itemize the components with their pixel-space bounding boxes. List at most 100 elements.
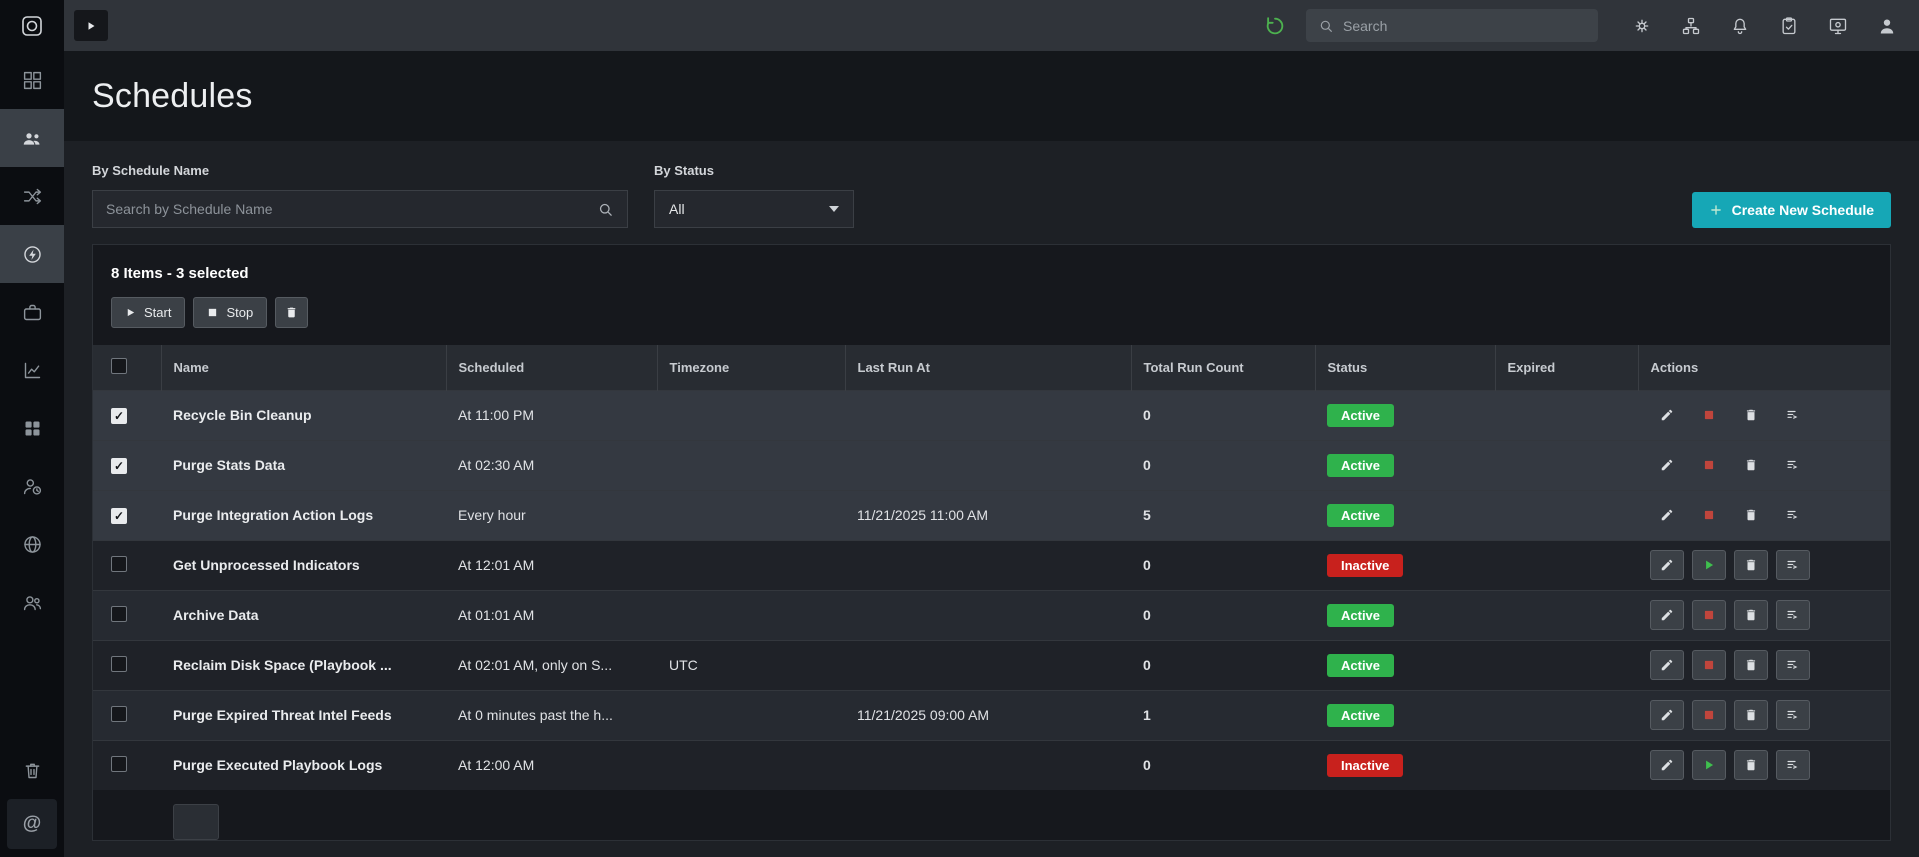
sidebar-item-approvals[interactable] [0,457,64,515]
table-row[interactable]: Reclaim Disk Space (Playbook ... At 02:01… [93,639,1890,690]
view-logs-button[interactable] [1776,400,1810,430]
sidebar-item-collaboration[interactable] [0,573,64,631]
sidebar-item-apps[interactable] [0,399,64,457]
sidebar-item-queues[interactable] [0,109,64,167]
settings-gear-icon [1635,19,1649,32]
delete-schedule-button[interactable] [1734,600,1768,630]
view-logs-button[interactable] [1776,750,1810,781]
col-header-total-run-count[interactable]: Total Run Count [1130,345,1315,390]
row-select-checkbox[interactable]: ✓ [111,457,127,474]
start-button[interactable]: Start [111,297,186,328]
stop-schedule-button[interactable] [1692,400,1726,430]
last-run-at: 11/21/2025 09:00 AM [845,689,1131,740]
sidebar-toggle-button[interactable] [74,10,108,41]
total-run-count: 5 [1131,489,1315,540]
settings-button[interactable] [1632,16,1652,36]
sidebar-item-reports[interactable] [0,341,64,399]
stop-button[interactable]: Stop [193,297,268,328]
notifications-button[interactable] [1730,16,1750,36]
table-row[interactable]: Get Unprocessed Indicators At 12:01 AM 0 In… [93,539,1890,590]
stop-schedule-button[interactable] [1692,700,1726,730]
delete-schedule-button[interactable] [1734,450,1768,480]
stop-schedule-button[interactable] [1692,650,1726,680]
edit-schedule-button[interactable] [1650,450,1684,480]
user-profile-button[interactable] [1877,16,1897,36]
delete-schedule-button[interactable] [1734,500,1768,530]
expired-value [1495,639,1638,690]
status-filter-select[interactable]: All [654,190,854,228]
row-select-checkbox[interactable] [111,555,127,572]
expired-value [1495,489,1638,540]
row-select-checkbox[interactable] [111,605,127,622]
schedule-time: At 02:01 AM, only on S... [446,639,657,690]
sidebar-item-automation[interactable] [0,225,64,283]
table-row[interactable]: ✓ Recycle Bin Cleanup At 11:00 PM 0 Active [93,389,1890,440]
table-row[interactable]: Archive Data At 01:01 AM 0 Active [93,589,1890,640]
total-run-count: 0 [1131,639,1315,690]
mentions-icon: @ [22,813,42,834]
view-logs-button[interactable] [1776,500,1810,530]
table-row[interactable]: Purge Executed Playbook Logs At 12:00 AM 0… [93,739,1890,790]
edit-schedule-button[interactable] [1650,500,1684,530]
schedule-name-search-input[interactable] [106,201,597,217]
sidebar-item-dashboard[interactable] [0,51,64,109]
start-schedule-button[interactable] [1692,550,1726,580]
edit-schedule-button[interactable] [1650,550,1684,580]
delete-schedule-button[interactable] [1734,700,1768,730]
delete-schedule-button[interactable] [1734,750,1768,781]
schedule-name-search[interactable] [92,190,628,228]
table-row[interactable]: ✓ Purge Integration Action Logs Every hour… [93,489,1890,540]
last-run-at [845,639,1131,690]
row-select-checkbox[interactable]: ✓ [111,507,127,524]
tasks-button[interactable] [1779,16,1799,36]
sidebar-item-threat-intel[interactable] [0,515,64,573]
edit-schedule-button[interactable] [1650,750,1684,781]
view-logs-button[interactable] [1776,550,1810,580]
view-logs-button[interactable] [1776,450,1810,480]
integrations-button[interactable] [1681,16,1701,36]
row-select-checkbox[interactable]: ✓ [111,407,127,424]
col-header-status[interactable]: Status [1314,345,1495,390]
col-header-last-run-at[interactable]: Last Run At [844,345,1131,390]
global-search-input[interactable] [1343,17,1586,34]
edit-schedule-button[interactable] [1650,400,1684,430]
sidebar-item-mentions[interactable]: @ [7,799,57,849]
row-select-checkbox[interactable] [111,755,127,772]
row-select-checkbox[interactable] [111,655,127,672]
table-row[interactable]: ✓ Purge Stats Data At 02:30 AM 0 Active [93,439,1890,490]
sidebar-item-recycle-bin[interactable] [0,741,64,799]
create-new-schedule-button[interactable]: Create New Schedule [1691,192,1891,228]
health-status-indicator[interactable] [1264,15,1286,37]
bulk-delete-button[interactable] [275,297,309,328]
schedule-name: Purge Stats Data [161,439,446,490]
sidebar-item-workflows[interactable] [0,167,64,225]
table-row[interactable]: Purge Expired Threat Intel Feeds At 0 min… [93,689,1890,740]
system-monitor-button[interactable] [1828,16,1848,36]
pagination-page-size-select[interactable] [173,804,219,840]
view-logs-button[interactable] [1776,650,1810,680]
select-all-checkbox[interactable] [111,357,127,374]
stop-schedule-button[interactable] [1692,600,1726,630]
delete-schedule-button[interactable] [1734,650,1768,680]
col-header-scheduled[interactable]: Scheduled [445,345,657,390]
edit-schedule-button[interactable] [1650,700,1684,730]
stop-schedule-button[interactable] [1692,500,1726,530]
edit-schedule-button[interactable] [1650,600,1684,630]
global-search[interactable] [1306,9,1598,42]
trash-icon [1746,659,1756,671]
view-logs-button[interactable] [1776,600,1810,630]
view-logs-button[interactable] [1776,700,1810,730]
col-header-name[interactable]: Name [160,345,446,390]
col-header-timezone[interactable]: Timezone [656,345,845,390]
col-header-expired[interactable]: Expired [1494,345,1638,390]
delete-schedule-button[interactable] [1734,400,1768,430]
total-run-count: 0 [1131,389,1315,440]
start-schedule-button[interactable] [1692,750,1726,781]
status-badge: Active [1327,653,1395,677]
app-logo[interactable] [0,0,64,51]
edit-schedule-button[interactable] [1650,650,1684,680]
row-select-checkbox[interactable] [111,705,127,722]
delete-schedule-button[interactable] [1734,550,1768,580]
stop-schedule-button[interactable] [1692,450,1726,480]
sidebar-item-cases[interactable] [0,283,64,341]
